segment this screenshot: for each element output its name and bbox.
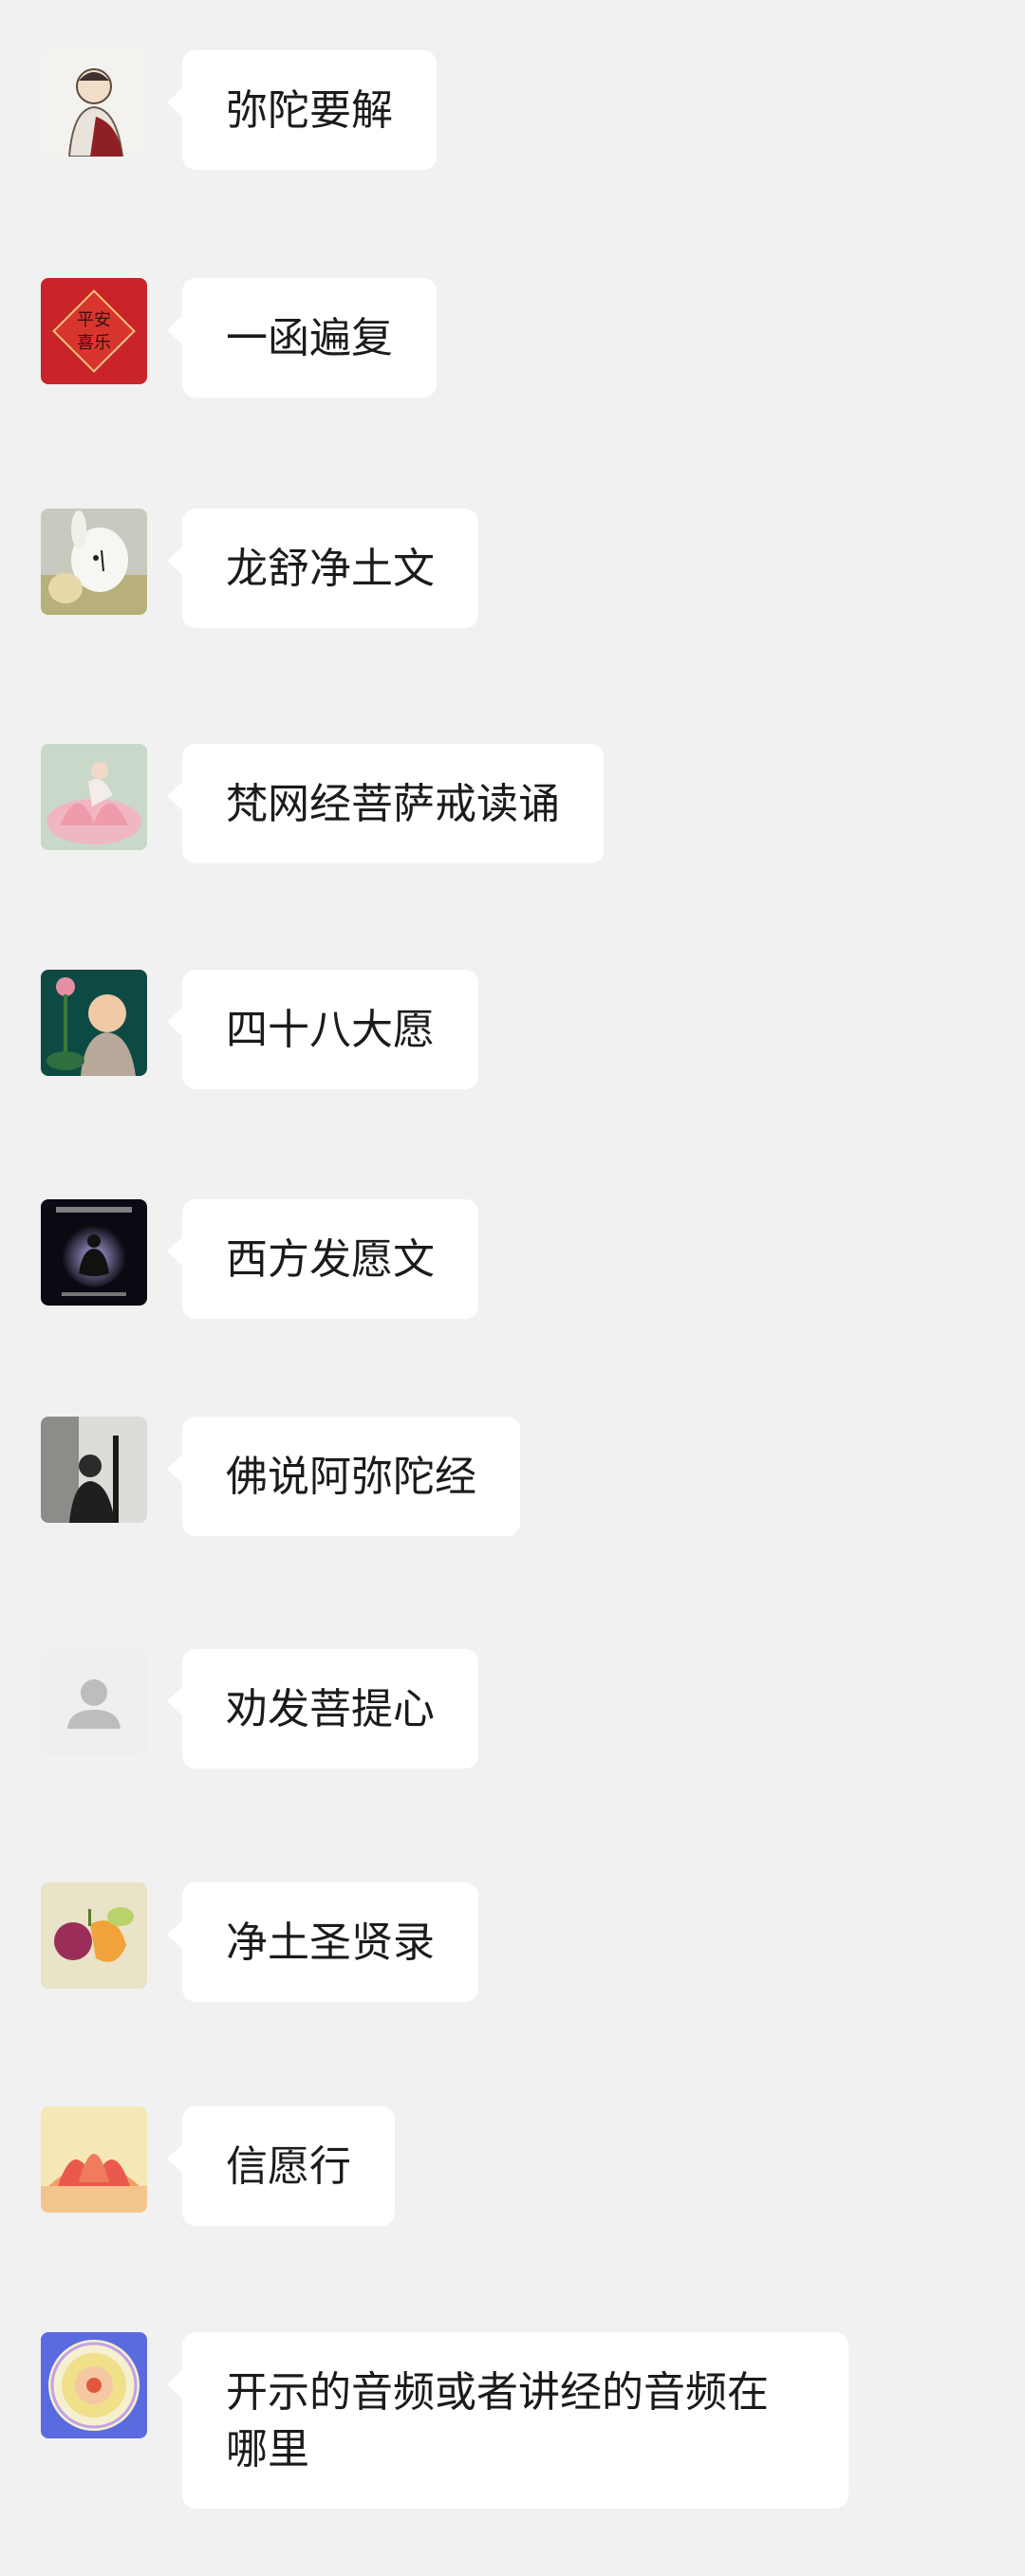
meditation-icon: [41, 1199, 147, 1306]
lotus-fairy-icon: [41, 744, 147, 850]
message-text: 龙舒净土文: [226, 545, 435, 593]
message-text: 西方发愿文: [226, 1235, 435, 1284]
message-text: 信愿行: [226, 2142, 351, 2191]
mandala-icon: [41, 2332, 147, 2438]
lotus-fairy-avatar[interactable]: [41, 744, 147, 850]
red-fu-banner-avatar[interactable]: 平安 喜乐: [41, 278, 147, 384]
message-bubble[interactable]: 佛说阿弥陀经: [167, 1417, 520, 1536]
default-user-avatar[interactable]: [41, 1649, 147, 1755]
plush-toy-icon: [41, 509, 147, 615]
child-monk-avatar[interactable]: [41, 970, 147, 1076]
message-bubble[interactable]: 梵网经菩萨戒读诵: [167, 744, 604, 863]
message-text: 劝发菩提心: [226, 1685, 435, 1733]
message-bubble[interactable]: 净土圣贤录: [167, 1882, 478, 2002]
default-user-icon: [41, 1649, 147, 1755]
child-monk-icon: [41, 970, 147, 1076]
photo-person-avatar[interactable]: [41, 1417, 147, 1523]
mandala-avatar[interactable]: [41, 2332, 147, 2438]
plush-toy-avatar[interactable]: [41, 509, 147, 615]
message-bubble[interactable]: 四十八大愿: [167, 970, 478, 1089]
lotus-flower-icon: [41, 2106, 147, 2213]
message-bubble[interactable]: 信愿行: [167, 2106, 395, 2226]
message-bubble[interactable]: 开示的音频或者讲经的音频在哪里: [167, 2332, 848, 2509]
monk-drawing-avatar[interactable]: [41, 50, 147, 157]
monk-drawing-icon: [41, 50, 147, 157]
message-bubble[interactable]: 一函遍复: [167, 278, 437, 398]
meditation-silhouette-avatar[interactable]: [41, 1199, 147, 1306]
message-text: 一函遍复: [226, 314, 393, 362]
lotus-flower-avatar[interactable]: [41, 2106, 147, 2213]
avatar-caption-top: 平安: [77, 310, 111, 330]
message-text: 梵网经菩萨戒读诵: [226, 780, 560, 828]
message-text: 净土圣贤录: [226, 1918, 435, 1967]
fruit-icon: [41, 1882, 147, 1989]
message-bubble[interactable]: 弥陀要解: [167, 50, 437, 170]
red-banner-icon: 平安 喜乐: [41, 278, 147, 384]
message-bubble[interactable]: 西方发愿文: [167, 1199, 478, 1319]
avatar-caption-bottom: 喜乐: [77, 333, 111, 353]
message-text: 弥陀要解: [226, 86, 393, 135]
photo-person-icon: [41, 1417, 147, 1523]
message-text: 四十八大愿: [226, 1006, 435, 1054]
message-bubble[interactable]: 龙舒净土文: [167, 509, 478, 628]
fruit-avatar[interactable]: [41, 1882, 147, 1989]
message-text: 开示的音频或者讲经的音频在哪里: [226, 2368, 769, 2474]
message-text: 佛说阿弥陀经: [226, 1453, 476, 1501]
message-bubble[interactable]: 劝发菩提心: [167, 1649, 478, 1769]
